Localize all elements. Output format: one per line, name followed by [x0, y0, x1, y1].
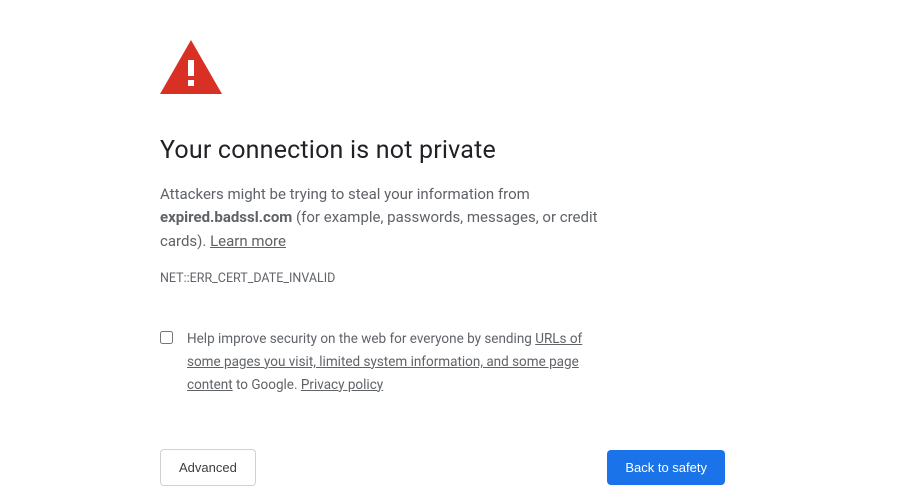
button-row: Advanced Back to safety [160, 449, 725, 486]
opt-in-checkbox[interactable] [160, 330, 173, 345]
description-host: expired.badssl.com [160, 208, 292, 226]
opt-in-text: Help improve security on the web for eve… [187, 328, 600, 397]
privacy-policy-link[interactable]: Privacy policy [301, 377, 383, 393]
opt-in-prefix: Help improve security on the web for eve… [187, 331, 535, 347]
advanced-button[interactable]: Advanced [160, 449, 256, 486]
opt-in-row: Help improve security on the web for eve… [160, 328, 600, 397]
learn-more-link[interactable]: Learn more [210, 232, 286, 250]
description-prefix: Attackers might be trying to steal your … [160, 185, 530, 203]
page-title: Your connection is not private [160, 136, 600, 165]
error-code: NET::ERR_CERT_DATE_INVALID [160, 271, 600, 286]
warning-triangle-icon [160, 40, 600, 98]
opt-in-mid: to Google. [233, 377, 301, 393]
back-to-safety-button[interactable]: Back to safety [607, 450, 725, 485]
warning-description: Attackers might be trying to steal your … [160, 183, 600, 253]
ssl-error-page: Your connection is not private Attackers… [0, 0, 600, 486]
